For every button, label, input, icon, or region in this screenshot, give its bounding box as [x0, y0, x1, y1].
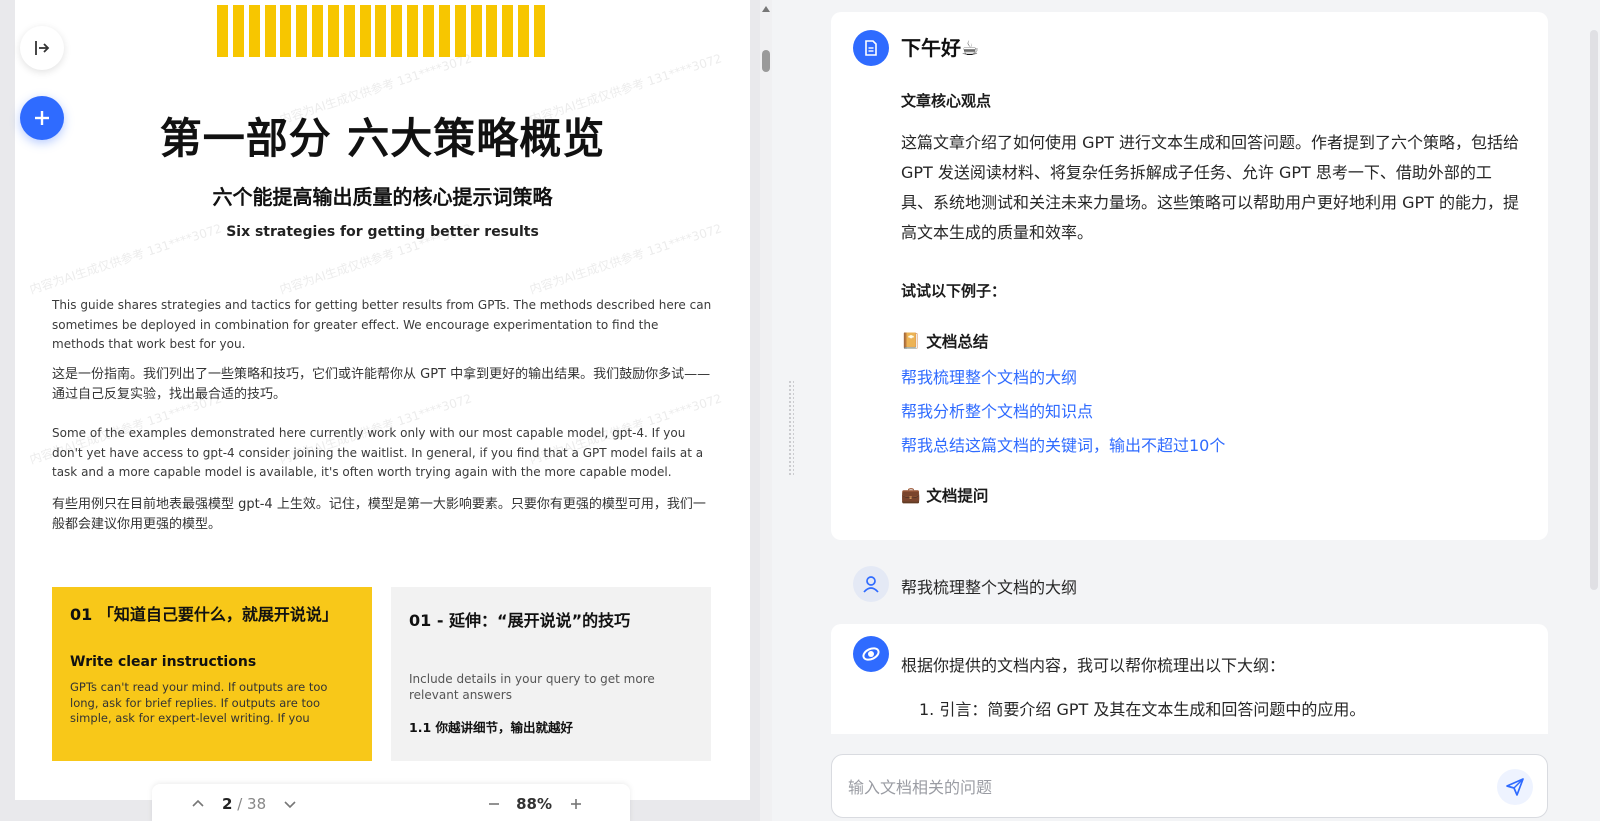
section-title: 文档提问 — [926, 487, 989, 505]
paragraph-en-1: This guide shares strategies and tactics… — [52, 298, 712, 351]
section-title: 文档总结 — [926, 333, 989, 351]
card-body: GPTs can't read your mind. If outputs ar… — [70, 680, 328, 725]
core-viewpoint-title: 文章核心观点 — [901, 92, 992, 110]
try-examples-title: 试试以下例子： — [901, 282, 1007, 300]
document-viewer: 内容为AI生成仅供参考 131****3072 内容为AI生成仅供参考 131*… — [0, 0, 772, 821]
yellow-stripes-decoration — [217, 5, 545, 57]
scroll-up-arrow-icon[interactable] — [762, 6, 770, 12]
card-heading: 01 - 延伸：“展开说说”的技巧 — [409, 611, 631, 630]
assistant-answer: 根据你提供的文档内容，我可以帮你梳理出以下大纲： 1. 引言：简要介绍 GPT … — [831, 624, 1548, 734]
document-scrollbar[interactable] — [760, 0, 772, 821]
briefcase-icon: 💼 — [901, 486, 921, 504]
card-body: Include details in your query to get mor… — [409, 672, 655, 702]
ai-logo-icon — [862, 647, 880, 661]
ai-avatar — [853, 636, 889, 672]
doc-summary-section: 📔 文档总结 — [901, 330, 988, 352]
send-button[interactable] — [1497, 769, 1533, 805]
answer-list-item: 1. 引言：简要介绍 GPT 及其在文本生成和回答问题中的应用。 — [919, 700, 1366, 719]
question-input[interactable] — [848, 773, 1448, 801]
page-indicator: 2 / 38 — [222, 795, 266, 813]
greeting: 下午好☕ — [901, 36, 979, 60]
example-link-knowledge[interactable]: 帮我分析整个文档的知识点 — [901, 398, 1093, 422]
paragraph-zh-1: 这是一份指南。我们列出了一些策略和技巧，它们或许能帮你从 GPT 中拿到更好的输… — [52, 367, 711, 402]
paragraph-en-2: Some of the examples demonstrated here c… — [52, 426, 704, 479]
question-input-box — [831, 754, 1548, 818]
example-link-keywords[interactable]: 帮我总结这篇文档的关键词，输出不超过10个 — [901, 432, 1225, 456]
chat-scrollbar[interactable] — [1588, 0, 1600, 821]
add-button[interactable] — [20, 96, 64, 140]
chevron-down-icon — [284, 801, 296, 809]
user-message-text: 帮我梳理整个文档的大纲 — [901, 578, 1078, 597]
page-title: 第一部分 六大策略概览 — [159, 114, 606, 163]
sidebar-exit-icon — [35, 41, 50, 55]
minus-icon — [489, 803, 500, 805]
plus-icon — [571, 799, 582, 809]
paragraph-zh-2: 有些用例只在目前地表最强模型 gpt-4 上生效。记住，模型是第一大影响要素。只… — [52, 497, 706, 532]
scrollbar-thumb[interactable] — [762, 50, 770, 72]
page-subtitle-en: Six strategies for getting better result… — [226, 224, 539, 240]
user-message: 帮我梳理整个文档的大纲 — [831, 566, 1548, 602]
chat-panel: 下午好☕ 文章核心观点 这篇文章介绍了如何使用 GPT 进行文本生成和回答问题。… — [800, 0, 1600, 821]
user-avatar — [853, 566, 889, 602]
strategy-card-gray: 01 - 延伸：“展开说说”的技巧 Include details in you… — [391, 587, 711, 761]
example-link-outline[interactable]: 帮我梳理整个文档的大纲 — [901, 364, 1077, 388]
zoom-out-button[interactable] — [480, 790, 508, 818]
prev-page-button[interactable] — [184, 790, 212, 818]
notebook-icon: 📔 — [901, 332, 921, 350]
card-subheading: Write clear instructions — [70, 654, 257, 670]
summary-card: 下午好☕ 文章核心观点 这篇文章介绍了如何使用 GPT 进行文本生成和回答问题。… — [831, 12, 1548, 540]
collapse-sidebar-button[interactable] — [20, 26, 64, 70]
doc-question-section: 💼 文档提问 — [901, 484, 988, 506]
card-bold-text: 1.1 你越讲细节，输出就越好 — [409, 720, 573, 735]
page-navigator: 2 / 38 88% — [152, 784, 630, 821]
doc-assistant-avatar — [853, 30, 889, 66]
user-icon — [863, 576, 879, 593]
chevron-up-icon — [192, 799, 204, 807]
scrollbar-thumb[interactable] — [1590, 30, 1598, 590]
zoom-level: 88% — [516, 795, 553, 813]
answer-intro: 根据你提供的文档内容，我可以帮你梳理出以下大纲： — [901, 656, 1286, 675]
plus-icon — [35, 111, 49, 125]
summary-text: 这篇文章介绍了如何使用 GPT 进行文本生成和回答问题。作者提到了六个策略，包括… — [901, 133, 1519, 242]
zoom-in-button[interactable] — [562, 790, 590, 818]
current-page: 2 — [222, 795, 233, 813]
document-icon — [865, 40, 877, 56]
strategy-card-yellow: 01 「知道自己要什么，就展开说说」 Write clear instructi… — [52, 587, 372, 761]
page-separator: / — [232, 795, 248, 813]
next-page-button[interactable] — [276, 790, 304, 818]
send-icon — [1506, 778, 1524, 796]
card-heading: 01 「知道自己要什么，就展开说说」 — [70, 605, 338, 624]
pane-resize-handle[interactable] — [788, 380, 794, 476]
document-page: 内容为AI生成仅供参考 131****3072 内容为AI生成仅供参考 131*… — [15, 0, 750, 800]
total-pages: 38 — [247, 795, 267, 813]
page-subtitle: 六个能提高输出质量的核心提示词策略 — [212, 185, 553, 209]
